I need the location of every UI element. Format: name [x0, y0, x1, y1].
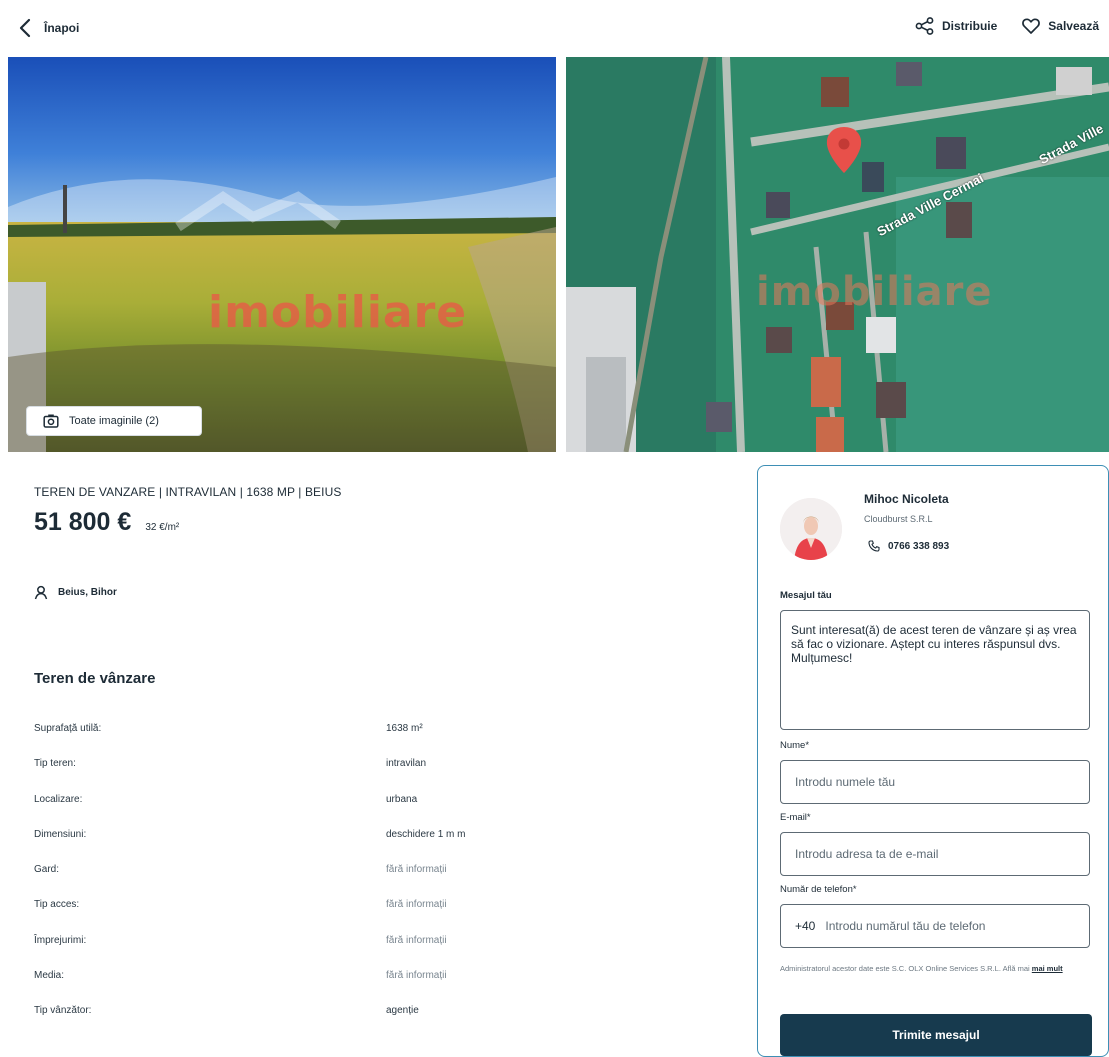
- avatar: [780, 498, 842, 560]
- top-bar: Înapoi Distribuie Salvează: [0, 0, 1109, 56]
- detail-value: fără informații: [386, 899, 447, 911]
- detail-label: Localizare:: [34, 793, 83, 805]
- detail-row: Suprafață utilă: 1638 m²: [34, 723, 714, 758]
- phone-prefix: +40: [795, 919, 816, 933]
- save-label: Salvează: [1048, 19, 1099, 33]
- share-icon: [915, 17, 934, 35]
- name-field[interactable]: Introdu numele tău: [780, 760, 1090, 804]
- detail-value: intravilan: [386, 758, 427, 770]
- agent-company: Cloudburst S.R.L: [864, 514, 933, 524]
- map-photo[interactable]: Strada Ville Cermai Strada Ville imobili…: [566, 57, 1109, 452]
- email-field[interactable]: Introdu adresa ta de e-mail: [780, 832, 1090, 876]
- message-textarea[interactable]: Sunt interesat(ă) de acest teren de vânz…: [780, 610, 1090, 730]
- back-label: Înapoi: [44, 21, 80, 35]
- save-button[interactable]: Salvează: [1021, 16, 1099, 36]
- detail-row: Media: fără informații: [34, 970, 714, 1005]
- detail-label: Împrejurimi:: [34, 934, 87, 946]
- watermark-logo: imobiliare: [208, 287, 468, 338]
- name-label: Nume*: [780, 740, 810, 751]
- detail-label: Tip teren:: [34, 758, 76, 770]
- detail-row: Tip acces: fără informații: [34, 899, 714, 934]
- price-per-sqm: 32 €/m²: [145, 522, 180, 533]
- share-button[interactable]: Distribuie: [915, 16, 997, 36]
- detail-value: deschidere 1 m m: [386, 828, 466, 840]
- all-images-label: Toate imaginile (2): [69, 415, 159, 427]
- field-photo: [8, 57, 556, 452]
- name-placeholder: Introdu numele tău: [795, 775, 896, 789]
- disclaimer-text: Administratorul acestor date este S.C. O…: [780, 964, 1030, 973]
- agent-name: Mihoc Nicoleta: [864, 492, 949, 506]
- message-label: Mesajul tău: [780, 590, 832, 601]
- agent-phone-number: 0766 338 893: [888, 540, 950, 552]
- camera-icon: [43, 414, 59, 428]
- detail-value: 1638 m²: [386, 723, 423, 734]
- disclaimer-more-link[interactable]: mai mult: [1032, 964, 1063, 973]
- back-button[interactable]: Înapoi: [18, 18, 79, 38]
- heart-icon: [1022, 18, 1041, 34]
- email-placeholder: Introdu adresa ta de e-mail: [795, 847, 939, 861]
- price-row: 51 800 € 32 €/m²: [34, 508, 179, 537]
- watermark-logo: imobiliare: [756, 269, 993, 315]
- aerial-map: [566, 57, 1109, 452]
- section-title: Teren de vânzare: [34, 670, 156, 687]
- chevron-left-icon: [19, 18, 31, 38]
- detail-label: Suprafață utilă:: [34, 723, 102, 734]
- detail-label: Gard:: [34, 864, 60, 876]
- email-label: E-mail*: [780, 812, 811, 823]
- detail-value: fără informații: [386, 934, 447, 946]
- phone-field[interactable]: +40 Introdu numărul tău de telefon: [780, 904, 1090, 948]
- detail-value: fără informații: [386, 970, 447, 982]
- detail-row: Împrejurimi: fără informații: [34, 935, 714, 970]
- phone-icon: [868, 540, 880, 552]
- location-pin-icon: [34, 585, 48, 600]
- detail-label: Tip acces:: [34, 899, 80, 911]
- agent-phone-link[interactable]: 0766 338 893: [868, 540, 949, 552]
- details-table: Suprafață utilă: 1638 m² Tip teren: intr…: [34, 723, 714, 1041]
- contact-card: Mihoc Nicoleta Cloudburst S.R.L 0766 338…: [757, 465, 1109, 1057]
- share-label: Distribuie: [941, 19, 998, 33]
- phone-placeholder: Introdu numărul tău de telefon: [825, 919, 986, 933]
- all-images-button[interactable]: Toate imaginile (2): [26, 406, 202, 436]
- detail-row: Tip vânzător: agenție: [34, 1005, 714, 1040]
- listing-price: 51 800 €: [34, 508, 132, 536]
- detail-value: fără informații: [386, 864, 447, 876]
- top-actions: Distribuie Salvează: [915, 16, 1099, 36]
- send-message-button[interactable]: Trimite mesajul: [780, 1014, 1092, 1056]
- detail-label: Media:: [34, 970, 65, 982]
- listing-title: TEREN DE VANZARE | INTRAVILAN | 1638 MP …: [34, 485, 342, 499]
- detail-value: urbana: [386, 793, 418, 805]
- detail-row: Gard: fără informații: [34, 864, 714, 899]
- location-label: Beius, Bihor: [58, 586, 117, 598]
- detail-label: Tip vânzător:: [34, 1005, 92, 1017]
- detail-row: Tip teren: intravilan: [34, 758, 714, 793]
- detail-row: Localizare: urbana: [34, 794, 714, 829]
- detail-row: Dimensiuni: deschidere 1 m m: [34, 829, 714, 864]
- listing-location[interactable]: Beius, Bihor: [34, 584, 117, 600]
- privacy-disclaimer: Administratorul acestor date este S.C. O…: [780, 964, 1090, 974]
- agent-photo: [780, 498, 842, 560]
- detail-label: Dimensiuni:: [34, 828, 87, 840]
- detail-value: agenție: [386, 1005, 419, 1017]
- phone-label: Număr de telefon*: [780, 884, 857, 895]
- main-photo[interactable]: imobiliare Toate imaginile (2): [8, 57, 556, 452]
